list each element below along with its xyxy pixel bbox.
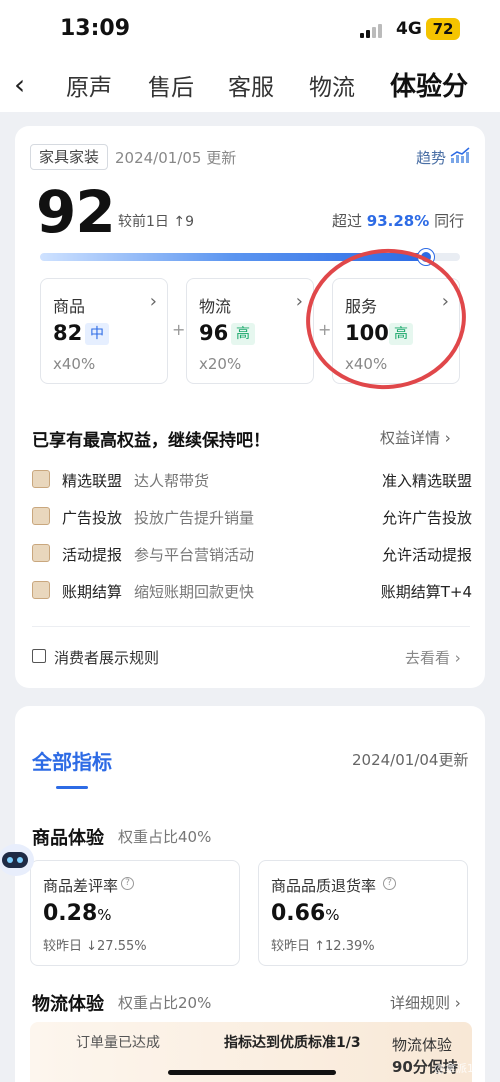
indicator-value: 0.28% (43, 901, 112, 926)
tab-wuliu[interactable]: 物流 (309, 68, 355, 102)
plus-sign: + (172, 320, 186, 339)
help-icon[interactable]: ? (121, 877, 134, 890)
rights-status: 允许广告投放 (381, 509, 472, 527)
rights-name: 账期结算 (62, 583, 123, 601)
rights-name: 活动提报 (62, 546, 123, 564)
tab-kefu[interactable]: 客服 (228, 68, 274, 102)
battery-icon: 72 (426, 18, 460, 40)
section-title-logistics: 物流体验 (32, 994, 104, 1015)
rights-name: 广告投放 (62, 509, 123, 527)
update-date: 2024/01/05 更新 (115, 149, 237, 167)
watermark: @拿派1 (434, 1062, 474, 1075)
status-time: 13:09 (60, 16, 131, 41)
network-label: 4G (396, 19, 422, 39)
tab-yuansheng[interactable]: 原声 (66, 68, 112, 102)
rights-detail-link[interactable]: 权益详情 › (380, 427, 451, 448)
rights-desc: 缩短账期回款更快 (134, 583, 255, 601)
activity-icon (32, 544, 50, 562)
indicator-box[interactable]: 商品品质退货率 ? 0.66% 较昨日 ↑12.39% (258, 860, 468, 966)
indicator-compare: 较昨日 ↓27.55% (43, 939, 147, 954)
rule-go-link[interactable]: 去看看 › (405, 647, 461, 668)
score-compare: 较前1日 ↑9 (118, 214, 194, 230)
rights-row[interactable]: 账期结算 缩短账期回款更快 账期结算T+4 (32, 577, 472, 605)
sub-score-value: 96 (199, 321, 229, 345)
tab-tiyanfen[interactable]: 体验分 (390, 66, 468, 103)
rights-row[interactable]: 广告投放 投放广告提升销量 允许广告投放 (32, 503, 472, 531)
section-weight: 权重占比40% (118, 828, 212, 846)
back-icon[interactable]: ‹ (14, 70, 44, 100)
chevron-right-icon: › (295, 291, 303, 312)
rights-desc: 达人帮带货 (134, 472, 210, 490)
trend-link[interactable]: 趋势 (416, 147, 446, 168)
sub-score-product[interactable]: 商品 › 82 中 x40% (40, 278, 168, 384)
level-badge: 高 (231, 323, 255, 345)
rights-status: 准入精选联盟 (381, 472, 472, 490)
robot-assistant-icon[interactable] (0, 840, 36, 880)
sub-score-logistics[interactable]: 物流 › 96 高 x20% (186, 278, 314, 384)
document-icon (32, 649, 46, 663)
tab-shouhou[interactable]: 售后 (148, 68, 194, 102)
indicator-label: 商品差评率 (43, 877, 119, 895)
rights-status: 允许活动提报 (381, 546, 472, 564)
total-score: 92 (36, 178, 116, 246)
sub-score-weight: x20% (199, 355, 242, 373)
banner-right-title: 物流体验 (392, 1036, 453, 1054)
indicators-update-date: 2024/01/04更新 (352, 751, 469, 769)
sub-score-value: 82 (53, 321, 83, 345)
trend-chart-icon[interactable] (450, 146, 470, 164)
indicator-value: 0.66% (271, 901, 340, 926)
rights-row[interactable]: 精选联盟 达人帮带货 准入精选联盟 (32, 466, 472, 494)
rights-title: 已享有最高权益，继续保持吧！ (32, 431, 270, 451)
category-badge[interactable]: 家具家装 (30, 144, 109, 170)
detail-rule-link[interactable]: 详细规则 › (390, 992, 461, 1013)
tab-all-indicators[interactable]: 全部指标 (32, 746, 112, 775)
rights-status: 账期结算T+4 (380, 583, 472, 601)
level-badge: 中 (85, 323, 109, 345)
indicator-label: 商品品质退货率 (271, 877, 377, 895)
consumer-rule-text[interactable]: 消费者展示规则 (54, 647, 159, 668)
banner-left-text: 订单量已达成 (76, 1035, 160, 1051)
rights-desc: 投放广告提升销量 (134, 509, 255, 527)
signal-icon (360, 22, 386, 38)
chevron-right-icon: › (149, 291, 157, 312)
rights-row[interactable]: 活动提报 参与平台营销活动 允许活动提报 (32, 540, 472, 568)
section-title-product: 商品体验 (32, 828, 104, 849)
tab-underline (56, 786, 88, 789)
ad-icon (32, 507, 50, 525)
help-icon[interactable]: ? (383, 877, 396, 890)
banner-mid-text: 指标达到优质标准1/3 (224, 1035, 361, 1051)
rights-name: 精选联盟 (62, 472, 123, 490)
divider (32, 626, 470, 627)
alliance-icon (32, 470, 50, 488)
rights-desc: 参与平台营销活动 (134, 546, 255, 564)
indicator-box[interactable]: 商品差评率 ? 0.28% 较昨日 ↓27.55% (30, 860, 240, 966)
sub-score-label: 商品 (53, 297, 86, 316)
sub-score-label: 物流 (199, 297, 232, 316)
peer-exceed: 超过 93.28% 同行 (332, 212, 465, 230)
section-weight: 权重占比20% (118, 994, 212, 1012)
indicator-compare: 较昨日 ↑12.39% (271, 939, 375, 954)
settlement-icon (32, 581, 50, 599)
home-indicator (168, 1070, 336, 1075)
sub-score-weight: x40% (53, 355, 96, 373)
